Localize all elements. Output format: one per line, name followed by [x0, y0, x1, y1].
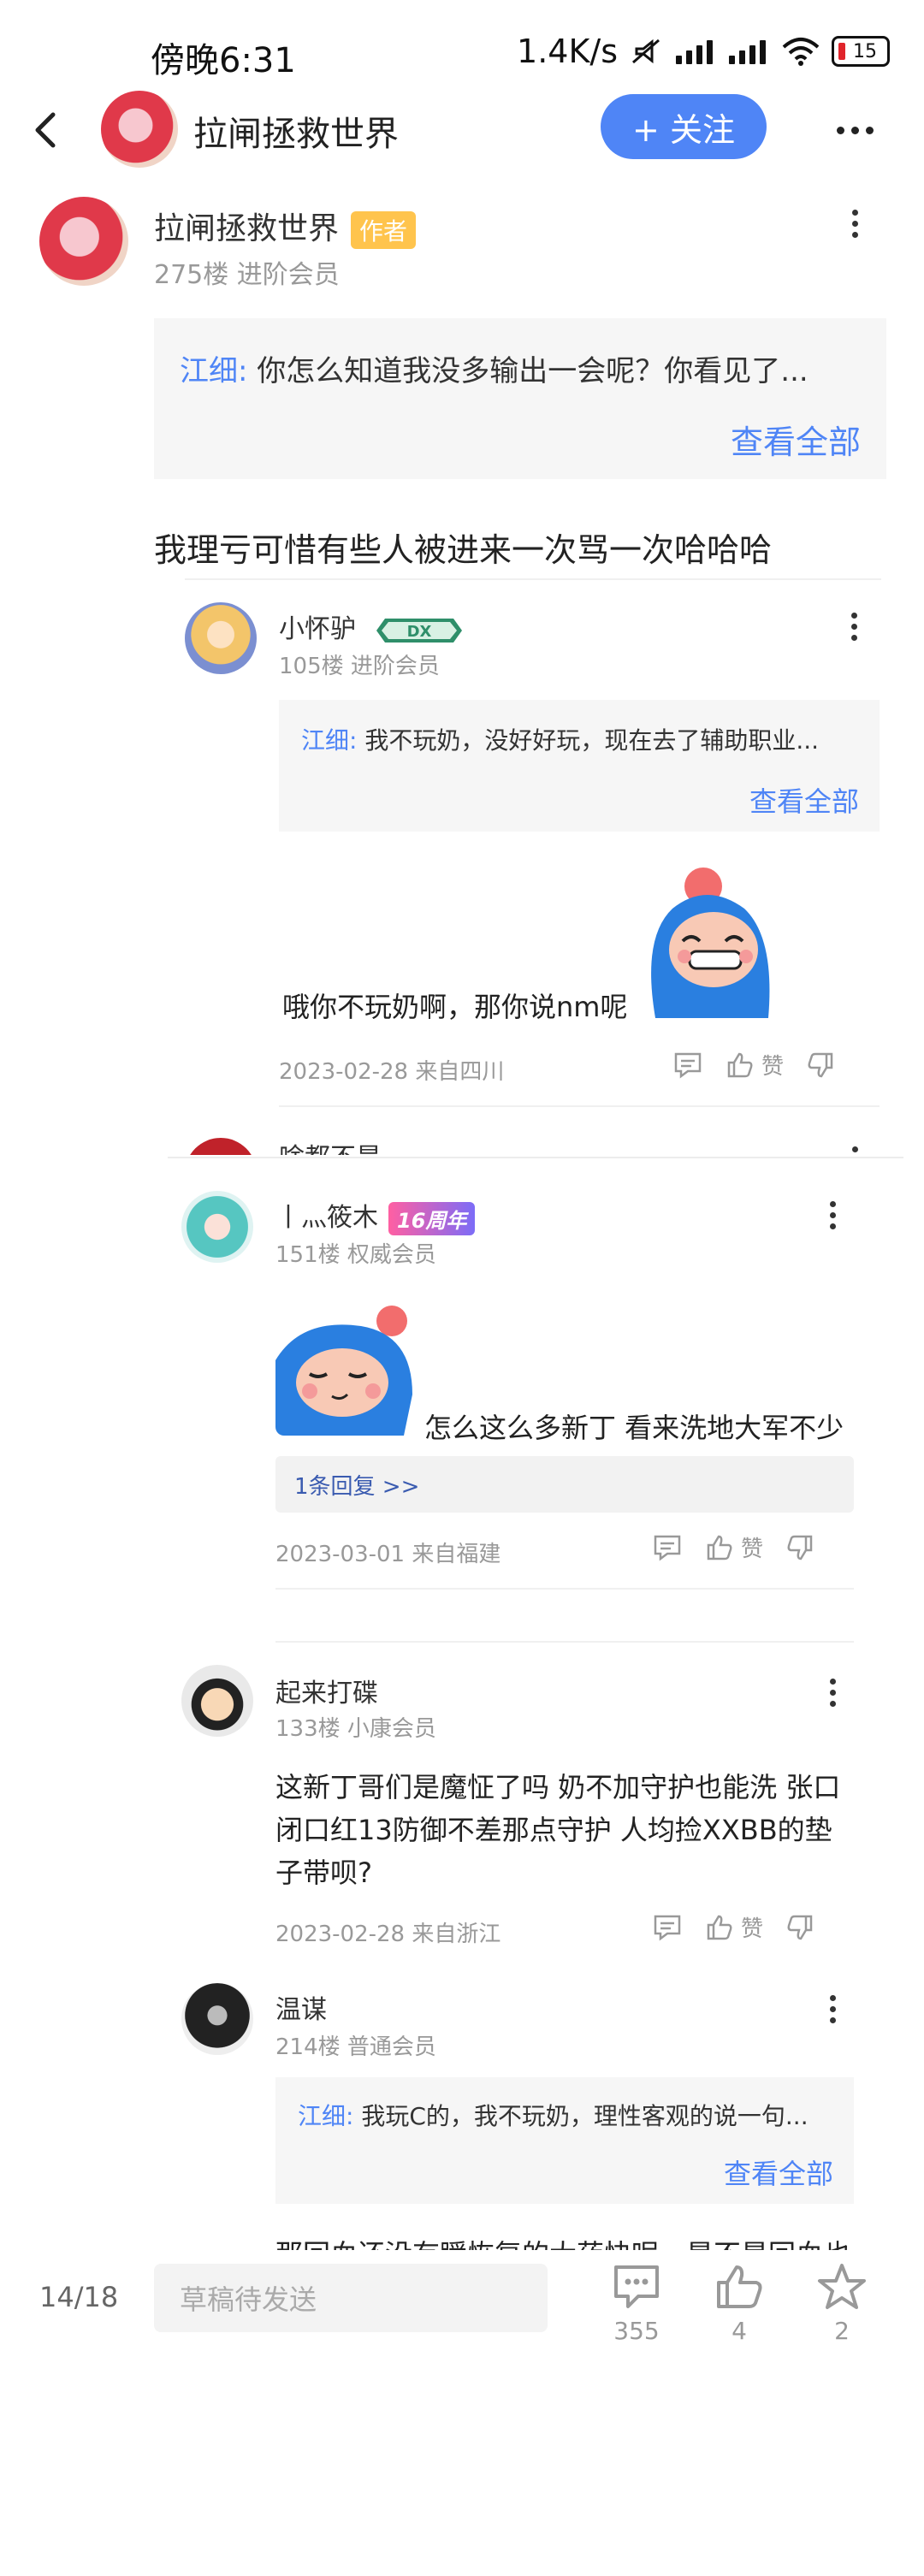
reply-input[interactable]: 草稿待发送	[154, 2264, 548, 2332]
mute-icon	[632, 38, 660, 64]
reply-meta: 214楼 普通会员	[275, 2034, 436, 2060]
thumbs-up-icon	[727, 1052, 753, 1077]
comment-icon[interactable]	[652, 1533, 683, 1562]
status-icons: 1.4K/s 15	[517, 33, 890, 70]
follow-button[interactable]: + 关注	[601, 94, 767, 159]
reply-avatar[interactable]	[181, 1191, 253, 1263]
battery-icon: 15	[832, 36, 890, 67]
divider	[275, 1588, 854, 1590]
more-options-icon[interactable]	[837, 127, 874, 134]
signal-icon	[676, 38, 717, 64]
reply-name[interactable]: 起来打碟	[275, 1672, 378, 1709]
like-count: 4	[732, 2317, 747, 2345]
author-tag: 作者	[351, 211, 417, 249]
reply-more-icon[interactable]	[830, 1679, 836, 1707]
reply-quote-box[interactable]: 江细: 我不玩奶，没好好玩，现在去了辅助职业... 查看全部	[279, 700, 880, 832]
net-speed: 1.4K/s	[517, 33, 618, 70]
grin-sticker-image	[651, 868, 770, 1018]
back-icon[interactable]	[29, 110, 63, 151]
reply-quote-box[interactable]: 江细: 我玩C的，我不玩奶，理性客观的说一句... 查看全部	[275, 2077, 854, 2204]
reply-meta: 151楼 权威会员	[275, 1242, 436, 1268]
divider	[279, 1105, 880, 1107]
smirk-sticker-image	[275, 1306, 412, 1436]
status-bar: 傍晚6:31 1.4K/s 15	[0, 0, 924, 103]
comment-icon[interactable]	[672, 1051, 703, 1080]
view-replies-link[interactable]: 1条回复 >>	[275, 1456, 854, 1513]
reply-meta: 105楼 进阶会员	[279, 654, 440, 679]
thumbs-down-icon[interactable]	[806, 1051, 835, 1080]
reply-more-icon[interactable]	[830, 1201, 836, 1229]
op-more-icon[interactable]	[852, 210, 858, 238]
like-button[interactable]: 赞	[705, 1531, 763, 1563]
reply-name[interactable]: 小怀驴	[279, 614, 356, 644]
reply-content: 哦你不玩奶啊，那你说nm呢	[282, 991, 628, 1023]
comment-count-icon[interactable]	[611, 2262, 662, 2312]
status-time: 傍晚6:31	[151, 41, 296, 80]
hidden-reply-name: 啥都不是	[279, 1140, 382, 1155]
star-icon[interactable]	[816, 2262, 868, 2312]
overlay-edge	[168, 1157, 903, 1158]
hidden-reply-more-icon	[852, 1146, 858, 1152]
op-name-row: 拉闸拯救世界 作者	[154, 204, 417, 249]
star-count: 2	[834, 2317, 850, 2345]
reply-name-row: 丨灬筱木 16周年	[275, 1196, 476, 1235]
reply-meta: 133楼 小康会员	[275, 1716, 436, 1742]
divider	[275, 1641, 854, 1643]
page-indicator[interactable]: 14/18	[39, 2281, 118, 2313]
reply-date: 2023-02-28 来自四川	[279, 1059, 505, 1085]
op-quote-text: 江细: 你怎么知道我没多输出一会呢？你看见了...	[180, 354, 808, 388]
reply-name[interactable]: 温谋	[275, 1988, 327, 2026]
reply-avatar[interactable]	[185, 602, 257, 674]
dx-badge-icon: DX	[376, 618, 462, 643]
op-see-all-link[interactable]: 查看全部	[731, 416, 861, 463]
reply-content: 怎么这么多新丁 看来洗地大军不少	[424, 1412, 844, 1444]
comment-count: 355	[613, 2317, 660, 2345]
op-quote-box[interactable]: 江细: 你怎么知道我没多输出一会呢？你看见了... 查看全部	[154, 318, 886, 479]
like-button[interactable]: 赞	[705, 1911, 763, 1943]
thumbs-up-icon	[707, 1915, 732, 1939]
reply-quote-text: 江细: 我不玩奶，没好好玩，现在去了辅助职业...	[301, 726, 820, 755]
op-avatar[interactable]	[39, 197, 128, 286]
like-button[interactable]: 赞	[726, 1049, 784, 1081]
thumbs-up-icon	[707, 1535, 732, 1560]
reply-avatar[interactable]	[181, 1665, 253, 1737]
divider	[185, 578, 881, 580]
op-name[interactable]: 拉闸拯救世界	[154, 211, 339, 246]
hidden-reply-avatar-clip	[185, 1138, 257, 1155]
reply-see-all-link[interactable]: 查看全部	[749, 780, 859, 820]
reply-more-icon[interactable]	[851, 613, 857, 641]
reply-date: 2023-03-01 来自福建	[275, 1542, 501, 1567]
reply-name[interactable]: 丨灬筱木	[275, 1203, 378, 1233]
reply-content: 这新丁哥们是魔怔了吗 奶不加守护也能洗 张口闭口红13防御不差那点守护 人均捡X…	[275, 1771, 841, 1889]
op-meta: 275楼 进阶会员	[154, 260, 340, 290]
reply-see-all-link[interactable]: 查看全部	[724, 2153, 833, 2192]
reply-actions: 赞	[652, 1911, 814, 1943]
thumbs-down-icon[interactable]	[785, 1913, 814, 1942]
reply-date: 2023-02-28 来自浙江	[275, 1922, 501, 1947]
wifi-icon	[782, 38, 820, 66]
like-count-icon[interactable]	[714, 2262, 765, 2312]
reply-name-row: 小怀驴 DX	[279, 607, 464, 645]
comment-icon[interactable]	[652, 1913, 683, 1942]
reply-actions: 赞	[652, 1531, 814, 1563]
header-title: 拉闸拯救世界	[193, 115, 399, 154]
thumbs-down-icon[interactable]	[785, 1533, 814, 1562]
svg-text:DX: DX	[406, 623, 431, 641]
anniversary-badge: 16周年	[388, 1202, 476, 1235]
header-avatar[interactable]	[101, 91, 178, 168]
reply-actions: 赞	[672, 1049, 835, 1081]
reply-quote-text: 江细: 我玩C的，我不玩奶，理性客观的说一句...	[298, 2102, 808, 2130]
reply-avatar[interactable]	[181, 1983, 253, 2055]
reply-more-icon[interactable]	[830, 1995, 836, 2023]
op-content: 我理亏可惜有些人被进来一次骂一次哈哈哈	[154, 531, 773, 569]
signal-icon-2	[729, 38, 770, 64]
